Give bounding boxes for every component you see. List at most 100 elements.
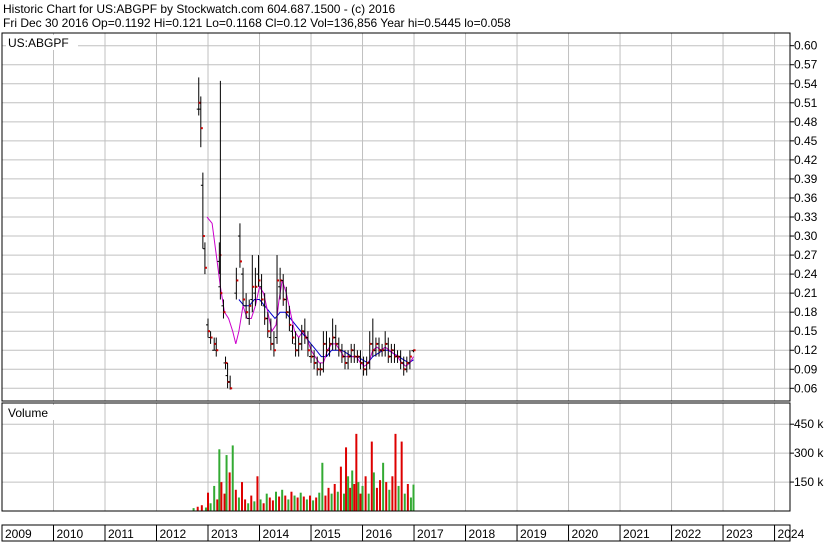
- volume-bar: [299, 492, 302, 511]
- volume-bar: [370, 441, 373, 511]
- price-y-tick-label: 0.18: [794, 305, 818, 319]
- x-tick-label: 2012: [160, 527, 187, 541]
- volume-bar: [262, 503, 265, 511]
- volume-bar: [336, 491, 339, 511]
- price-panel-title: US:ABGPF: [8, 36, 69, 50]
- volume-bar: [218, 449, 221, 511]
- ohlc-close-marker: [220, 292, 223, 295]
- ohlc-close-marker: [210, 336, 213, 339]
- volume-y-tick-label: 150 k: [794, 475, 824, 489]
- volume-bar: [406, 484, 409, 511]
- price-y-tick-label: 0.60: [794, 39, 818, 53]
- ohlc-close-marker: [261, 298, 264, 301]
- volume-bar: [349, 487, 352, 511]
- price-y-tick-label: 0.36: [794, 191, 818, 205]
- volume-bar: [339, 466, 342, 511]
- ohlc-close-marker: [216, 349, 219, 352]
- ohlc-close-marker: [267, 330, 270, 333]
- chart-svg: Historic Chart for US:ABGPF by Stockwatc…: [0, 0, 830, 543]
- volume-bar: [333, 484, 336, 511]
- x-tick-label: 2021: [623, 527, 650, 541]
- volume-bar: [278, 496, 281, 511]
- volume-bar: [293, 495, 296, 511]
- price-y-tick-label: 0.06: [794, 381, 818, 395]
- volume-bar: [302, 496, 305, 511]
- price-y-tick-label: 0.12: [794, 343, 818, 357]
- ohlc-close-marker: [273, 349, 276, 352]
- volume-bar: [305, 499, 308, 511]
- volume-bar: [268, 497, 271, 511]
- ohlc-close-marker: [249, 304, 252, 307]
- volume-bar: [196, 506, 199, 511]
- volume-bar: [330, 493, 333, 511]
- x-tick-label: 2017: [417, 527, 444, 541]
- volume-bar: [357, 482, 360, 511]
- ohlc-close-marker: [208, 330, 211, 333]
- volume-bar: [250, 495, 253, 511]
- ohlc-close-marker: [409, 355, 412, 358]
- ohlc-close-marker: [243, 298, 246, 301]
- volume-bar: [394, 433, 397, 511]
- volume-y-axis: 150 k 300 k 450 k: [790, 417, 824, 489]
- chart-header-title: Historic Chart for US:ABGPF by Stockwatc…: [3, 2, 395, 16]
- ohlc-close-marker: [413, 349, 416, 352]
- volume-bar: [281, 489, 284, 511]
- stock-chart: Historic Chart for US:ABGPF by Stockwatc…: [0, 0, 830, 543]
- volume-bar: [400, 441, 403, 511]
- volume-bar: [216, 499, 219, 511]
- x-tick-label: 2019: [520, 527, 547, 541]
- x-tick-label: 2010: [57, 527, 84, 541]
- ohlc-close-marker: [307, 349, 310, 352]
- volume-bar: [342, 493, 345, 511]
- volume-bar: [220, 482, 223, 511]
- ohlc-close-marker: [246, 311, 249, 314]
- volume-bar: [200, 505, 203, 511]
- price-y-tick-label: 0.09: [794, 362, 818, 376]
- volume-bar: [382, 462, 385, 511]
- volume-panel-title: Volume: [8, 406, 48, 420]
- volume-bar: [284, 495, 287, 511]
- volume-bar: [265, 493, 268, 511]
- volume-bar: [345, 447, 348, 511]
- volume-bar: [412, 484, 415, 511]
- volume-bar: [287, 499, 290, 511]
- ohlc-close-marker: [236, 279, 239, 282]
- volume-bar: [355, 433, 358, 511]
- volume-bar: [388, 489, 391, 511]
- x-tick-label: 2016: [366, 527, 393, 541]
- price-y-tick-label: 0.24: [794, 267, 818, 281]
- volume-bar: [347, 476, 350, 511]
- x-tick-label: 2023: [726, 527, 753, 541]
- x-tick-label: 2015: [314, 527, 341, 541]
- volume-bar: [318, 492, 321, 511]
- price-y-tick-label: 0.21: [794, 286, 818, 300]
- x-tick-label: 2011: [108, 527, 134, 541]
- volume-bar: [247, 503, 250, 511]
- ohlc-close-marker: [277, 279, 280, 282]
- volume-bar: [391, 476, 394, 511]
- volume-bar: [231, 445, 234, 511]
- volume-bar: [372, 472, 375, 511]
- x-tick-label: 2020: [572, 527, 599, 541]
- volume-bar: [312, 500, 315, 511]
- volume-bar: [364, 476, 367, 511]
- x-tick-label: 2014: [263, 527, 290, 541]
- volume-bar: [409, 497, 412, 511]
- volume-bar: [351, 470, 354, 511]
- volume-bar: [256, 476, 259, 511]
- price-y-tick-label: 0.51: [794, 96, 818, 110]
- ohlc-close-marker: [202, 235, 205, 238]
- x-tick-label: 2018: [469, 527, 496, 541]
- ohlc-close-marker: [289, 323, 292, 326]
- volume-bar: [379, 480, 382, 511]
- volume-bar: [361, 485, 364, 511]
- price-y-tick-label: 0.48: [794, 115, 818, 129]
- x-tick-label: 2009: [5, 527, 32, 541]
- volume-bar: [327, 487, 330, 511]
- volume-bar: [207, 492, 210, 511]
- price-y-tick-label: 0.27: [794, 248, 818, 262]
- volume-bar: [308, 495, 311, 511]
- price-y-tick-label: 0.54: [794, 77, 818, 91]
- ohlc-close-marker: [200, 127, 203, 130]
- volume-y-tick-label: 300 k: [794, 446, 824, 460]
